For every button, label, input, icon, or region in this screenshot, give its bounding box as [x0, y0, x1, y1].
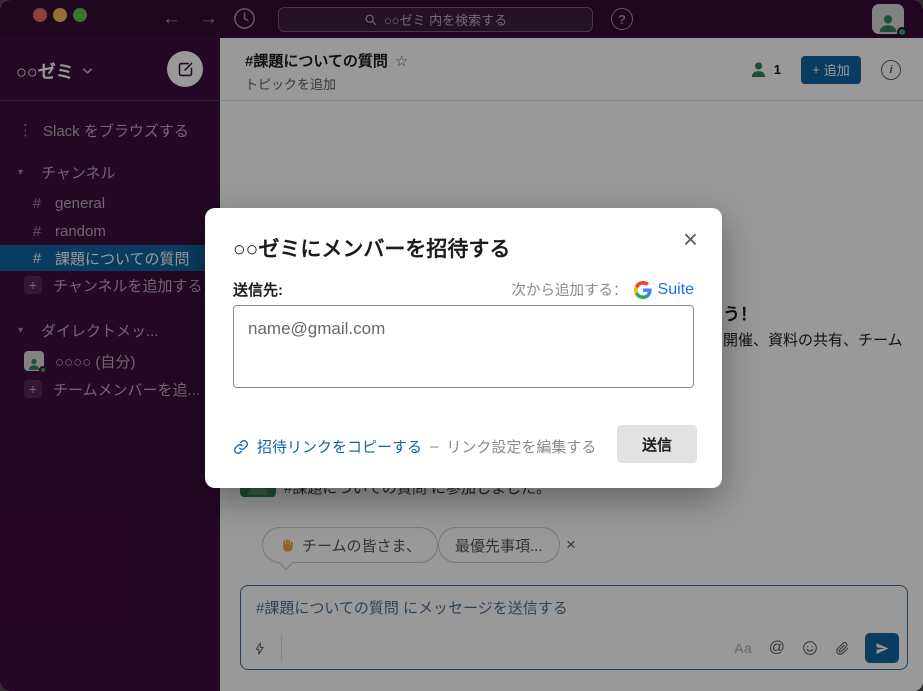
add-from-label: 次から追加する：: [512, 279, 628, 300]
to-label: 送信先:: [233, 279, 283, 300]
invite-email-input[interactable]: [233, 305, 694, 388]
add-from-gsuite-link[interactable]: 次から追加する： Suite: [512, 279, 694, 300]
app-window: ← → ○○ゼミ 内を検索する ?: [0, 0, 923, 691]
copy-invite-link-button[interactable]: 招待リンクをコピーする: [233, 436, 422, 457]
recipient-row: 送信先: 次から追加する： Suite: [233, 279, 694, 300]
google-g-icon: [634, 281, 652, 299]
edit-link-settings-button[interactable]: リンク設定を編集する: [446, 436, 596, 457]
send-invite-button[interactable]: 送信: [617, 425, 697, 463]
slack-app-window: ← → ○○ゼミ 内を検索する ?: [0, 0, 923, 691]
dialog-title: ○○ゼミにメンバーを招待する: [233, 233, 510, 263]
link-chain-icon: [233, 439, 249, 455]
close-dialog-button[interactable]: ×: [683, 226, 698, 252]
gsuite-label: Suite: [658, 281, 694, 299]
copy-link-label: 招待リンクをコピーする: [257, 436, 422, 457]
links-separator: –: [430, 438, 438, 455]
dialog-footer: 招待リンクをコピーする – リンク設定を編集する: [233, 436, 596, 457]
invite-members-dialog: ○○ゼミにメンバーを招待する × 送信先: 次から追加する： Suite: [205, 208, 722, 488]
